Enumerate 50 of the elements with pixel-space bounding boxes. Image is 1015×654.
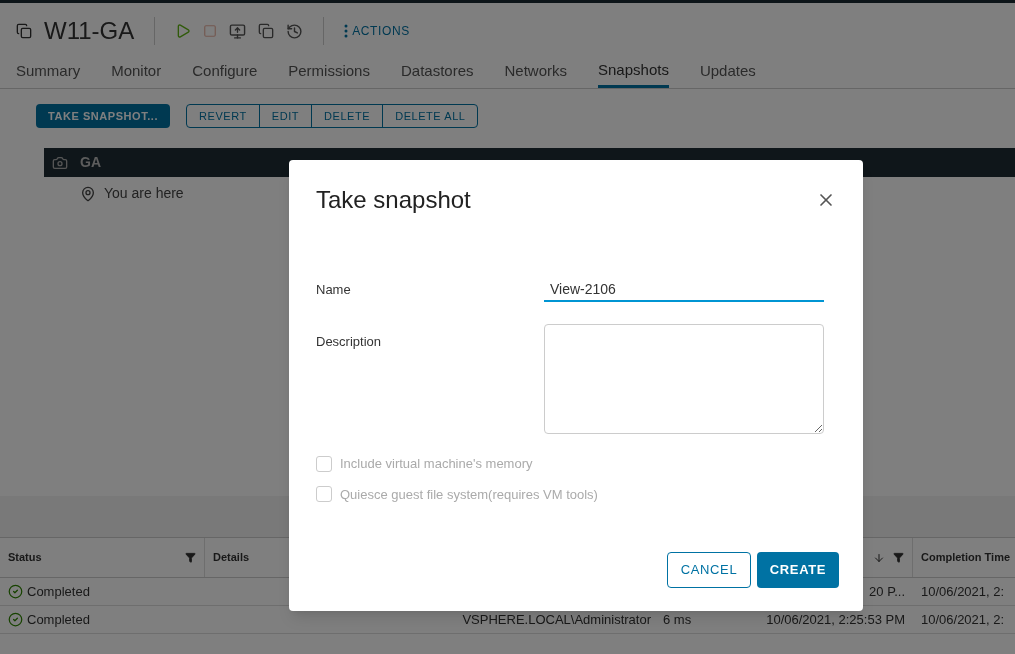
cancel-button[interactable]: CANCEL [667,552,751,588]
success-icon [8,584,23,599]
toolbar-button[interactable]: DELETE [311,105,383,127]
tab[interactable]: Monitor [111,59,162,88]
success-icon [8,612,23,627]
name-field[interactable]: View-2106 [544,278,824,302]
column-header: Completion Time [921,550,1011,566]
vm-icon [16,23,32,39]
tab[interactable]: Updates [699,59,756,88]
table-cell: 10/06/2021, 2: [921,583,1005,599]
status-text: Completed [27,610,90,629]
tab[interactable]: Summary [16,59,81,88]
sort-icon[interactable] [873,551,885,564]
toolbar-button[interactable]: EDIT [258,105,312,127]
actions-menu[interactable]: ACTIONS [344,22,410,40]
table-cell: 10/06/2021, 2: [921,611,1005,627]
checkbox-label: Include virtual machine's memory [340,455,533,473]
you-are-here-label: You are here [104,184,184,203]
table-cell: 10/06/2021, 2:25:53 PM [766,611,905,627]
tab[interactable]: Permissions [288,59,370,88]
migrate-icon[interactable] [258,23,275,39]
vm-title: W11-GA [44,16,135,46]
field-label: Name [316,281,352,300]
power-on-icon[interactable] [175,23,192,39]
status-text: Completed [27,582,90,601]
table-cell: VSPHERE.LOCAL\Administrator [462,611,651,627]
description-field[interactable] [544,324,824,434]
location-pin-icon [80,185,96,202]
column-header: Status [8,550,42,566]
field-label: Description [316,333,383,351]
tab[interactable]: Networks [504,59,567,88]
table-cell: 6 ms [663,611,692,627]
filter-icon[interactable] [185,552,196,563]
snapshot-icon[interactable] [286,22,304,40]
tab[interactable]: Snapshots [598,59,669,88]
create-button[interactable]: CREATE [757,552,839,588]
more-icon [344,24,349,38]
console-icon[interactable] [229,22,247,40]
dialog-title: Take snapshot [316,185,471,215]
tab[interactable]: Datastores [400,59,474,88]
toolbar-button[interactable]: REVERT [187,105,259,127]
checkbox-label: Quiesce guest file system(requires VM tools) [340,485,598,504]
filter-icon[interactable] [893,552,904,563]
table-cell: 20 P... [869,583,905,599]
snapshot-icon [52,154,68,171]
toolbar-button[interactable]: DELETE ALL [382,105,478,127]
column-header: Details [213,550,250,566]
tab[interactable]: Configure [192,59,258,88]
snapshot-name: GA [80,153,101,172]
take-snapshot-button[interactable]: TAKE SNAPSHOT... [36,104,171,128]
